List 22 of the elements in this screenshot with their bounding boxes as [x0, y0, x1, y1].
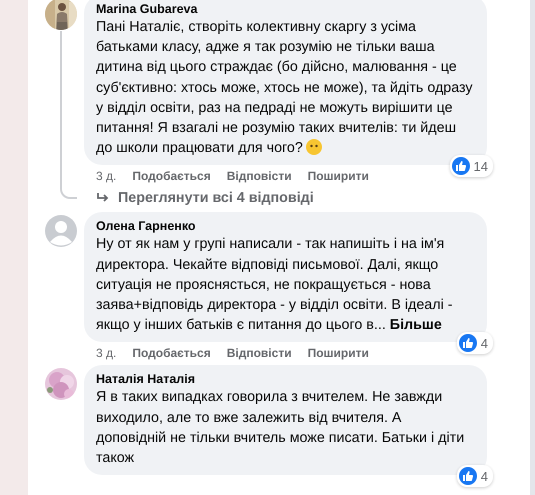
action-link[interactable]: Відповісти [226, 346, 292, 360]
author-name[interactable]: Marina Gubareva [96, 2, 475, 16]
action-link[interactable]: Подобається [132, 346, 211, 360]
thumbs-up-icon [458, 467, 477, 486]
thumbs-up-icon [452, 157, 470, 176]
like-count-badge[interactable]: 14 [450, 155, 493, 178]
view-replies-link[interactable]: Переглянути всі 4 відповіді [118, 190, 314, 206]
comment-time[interactable]: 3 д. [96, 346, 116, 360]
action-link[interactable]: Відповісти [226, 169, 292, 184]
thumbs-up-icon [458, 334, 477, 352]
action-link[interactable]: Подобається [132, 169, 211, 184]
reply-arrow-icon [96, 192, 110, 204]
more-link[interactable]: Більше [390, 317, 442, 334]
comment-text: Ну от як нам у групі написали - так напишіть і на ім'я директора. Чекайте відповіді письмової. Далі, якщо ситуація не прояснясться, не покращується - нова заява+відповідь директора - у відділ освіти. В ідеалі - якщо у інших батьків є питання до цього в... Більше [96, 235, 454, 336]
avatar-icon [45, 215, 77, 248]
action-link[interactable]: Поширити [308, 169, 369, 184]
author-name[interactable]: Олена Гарненко [96, 219, 475, 234]
like-count-badge[interactable]: 4 [456, 465, 493, 488]
author-name[interactable]: Наталія Наталія [96, 372, 475, 386]
action-link[interactable]: Поширити [308, 346, 369, 360]
comment-time[interactable]: 3 д. [96, 169, 116, 184]
like-count-badge[interactable]: 4 [456, 332, 493, 354]
